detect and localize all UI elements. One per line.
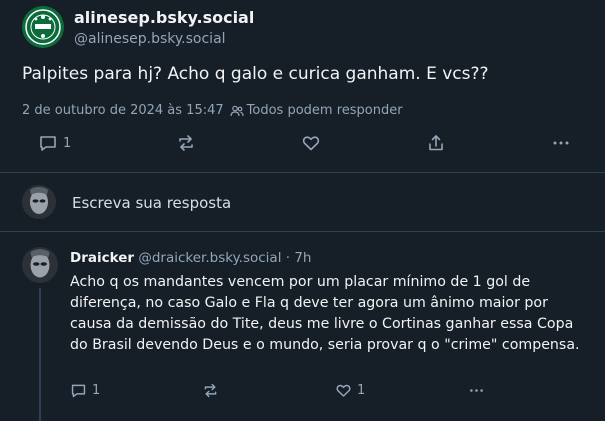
author-handle[interactable]: @alinesep.bsky.social — [74, 31, 226, 47]
reply-setting[interactable]: Todos podem responder — [247, 103, 403, 118]
reply-author-name[interactable]: Draicker — [70, 250, 134, 266]
repost-arrows-icon — [176, 133, 196, 153]
more-options-button[interactable] — [551, 133, 571, 153]
compose-prompt[interactable]: Escreva sua resposta — [72, 194, 231, 212]
user-avatar-icon — [22, 185, 56, 219]
reply-count: 1 — [92, 383, 101, 398]
repost-button[interactable] — [202, 382, 219, 399]
people-icon — [230, 104, 244, 118]
main-post: alinesep.bsky.social @alinesep.bsky.soci… — [0, 0, 605, 172]
more-dots-icon — [551, 133, 571, 153]
reply-header: Draicker @draicker.bsky.social · 7h — [70, 250, 311, 266]
reply-button[interactable]: 1 — [70, 382, 100, 399]
post-actions: 1 — [0, 133, 605, 161]
speech-bubble-icon — [38, 133, 58, 153]
more-dots-icon — [468, 382, 485, 399]
reply-age[interactable]: · 7h — [286, 250, 312, 266]
share-button[interactable] — [426, 133, 446, 153]
share-icon — [426, 133, 446, 153]
avatar — [22, 185, 56, 219]
reply-composer[interactable]: Escreva sua resposta — [0, 173, 605, 231]
more-options-button[interactable] — [468, 382, 485, 399]
post-meta: 2 de outubro de 2024 às 15:47 Todos pode… — [22, 103, 403, 118]
like-button[interactable] — [301, 133, 321, 153]
heart-icon — [301, 133, 321, 153]
reply-text: Acho q os mandantes vencem por um placar… — [70, 274, 580, 353]
repost-button[interactable] — [176, 133, 196, 153]
reply-button[interactable]: 1 — [38, 133, 71, 153]
post-timestamp[interactable]: 2 de outubro de 2024 às 15:47 — [22, 103, 224, 118]
like-button[interactable]: 1 — [335, 382, 365, 399]
avatar[interactable] — [22, 6, 64, 48]
repost-arrows-icon — [202, 382, 219, 399]
reply-post[interactable]: Draicker @draicker.bsky.social · 7h Acho… — [0, 232, 605, 421]
reply-count: 1 — [63, 135, 72, 151]
reply-actions: 1 1 — [0, 382, 605, 406]
author-display-name[interactable]: alinesep.bsky.social — [74, 8, 254, 27]
avatar[interactable] — [22, 247, 58, 283]
like-count: 1 — [357, 383, 366, 398]
heart-icon — [335, 382, 352, 399]
user-avatar-icon — [22, 247, 58, 283]
speech-bubble-icon — [70, 382, 87, 399]
team-crest-icon — [22, 6, 64, 48]
post-text: Palpites para hj? Acho q galo e curica g… — [22, 64, 489, 84]
reply-author-handle[interactable]: @draicker.bsky.social — [138, 250, 281, 266]
